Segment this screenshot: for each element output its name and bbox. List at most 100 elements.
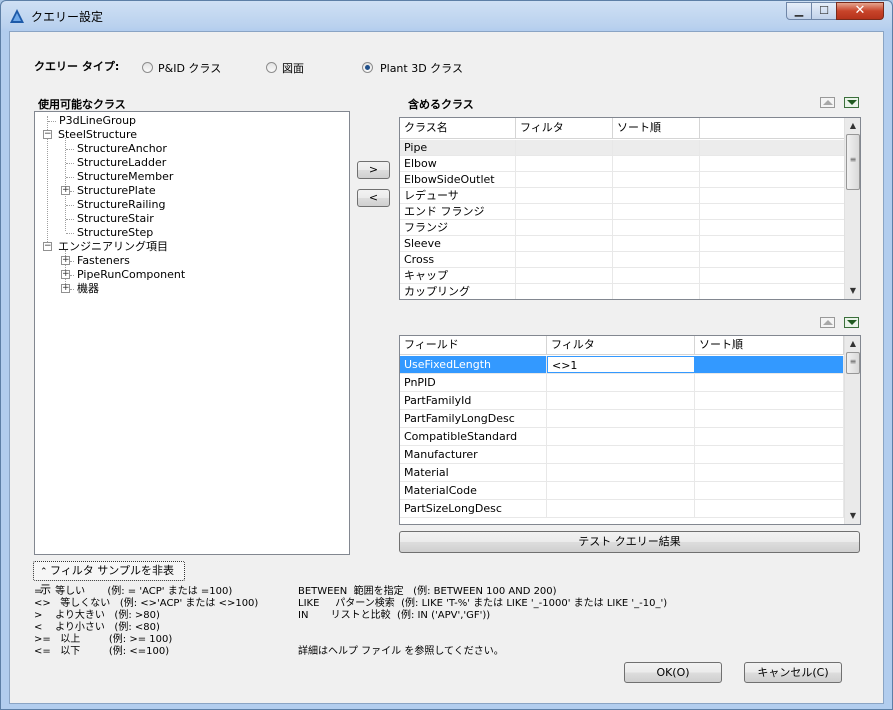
column-header[interactable]: ソート順	[695, 336, 844, 354]
remove-class-button[interactable]: <	[357, 189, 390, 207]
cell-filter[interactable]	[516, 204, 613, 219]
tree-item-structurerailing[interactable]: StructureRailing	[77, 198, 165, 212]
field-move-down-icon[interactable]	[844, 317, 859, 328]
cell-filter[interactable]	[547, 374, 695, 391]
ok-button[interactable]: OK(O)	[624, 662, 722, 683]
cell-filter[interactable]	[516, 268, 613, 283]
cell-sort[interactable]	[695, 356, 844, 373]
cell-filter[interactable]	[547, 392, 695, 409]
table-row[interactable]: Material	[400, 464, 844, 482]
test-query-button[interactable]: テスト クエリー結果	[399, 531, 860, 553]
cell-sort[interactable]	[695, 410, 844, 427]
table-row[interactable]: MaterialCode	[400, 482, 844, 500]
cell-sort[interactable]	[695, 392, 844, 409]
expand-icon[interactable]: +	[61, 284, 70, 293]
scroll-up-icon[interactable]: ▲	[845, 336, 860, 352]
table-row[interactable]: PnPID	[400, 374, 844, 392]
close-button[interactable]: ✕	[836, 2, 884, 20]
collapse-icon[interactable]: −	[43, 242, 52, 251]
table-row[interactable]: PartFamilyId	[400, 392, 844, 410]
minimize-button[interactable]: ▁	[786, 2, 812, 20]
field-move-up-icon[interactable]	[820, 317, 835, 328]
table-row[interactable]: Elbow	[400, 156, 844, 172]
radio-drawing[interactable]	[266, 62, 277, 73]
table-row[interactable]: UseFixedLength <>1	[400, 356, 844, 374]
cell-sort[interactable]	[695, 446, 844, 463]
table-row[interactable]: キャップ	[400, 268, 844, 284]
cell-filter[interactable]	[516, 252, 613, 267]
cell-filter[interactable]	[547, 410, 695, 427]
tree-item-structurestair[interactable]: StructureStair	[77, 212, 154, 226]
cell-sort[interactable]	[695, 500, 844, 517]
move-down-icon[interactable]	[844, 97, 859, 108]
available-classes-tree[interactable]: P3dLineGroup − SteelStructure StructureA…	[34, 111, 350, 555]
table-row[interactable]: レデューサ	[400, 188, 844, 204]
cell-filter[interactable]	[516, 284, 613, 299]
included-classes-scrollbar[interactable]: ▲ ≡ ▼	[844, 118, 860, 299]
title-bar[interactable]: クエリー設定 ▁ ☐ ✕	[1, 1, 892, 31]
cell-filter[interactable]	[547, 464, 695, 481]
fields-grid[interactable]: フィールド フィルタ ソート順 UseFixedLength <>1 PnPID…	[399, 335, 861, 525]
move-up-icon[interactable]	[820, 97, 835, 108]
cell-sort[interactable]	[613, 188, 700, 203]
expand-icon[interactable]: +	[61, 256, 70, 265]
scroll-thumb[interactable]: ≡	[846, 352, 860, 374]
tree-item-piperuncomponent[interactable]: PipeRunComponent	[77, 268, 185, 282]
cell-filter-input[interactable]: <>1	[547, 356, 695, 373]
tree-item-p3dlinegroup[interactable]: P3dLineGroup	[59, 114, 136, 128]
cell-sort[interactable]	[613, 284, 700, 299]
cell-sort[interactable]	[613, 140, 700, 155]
cell-filter[interactable]	[547, 428, 695, 445]
tree-item-structureplate[interactable]: StructurePlate	[77, 184, 156, 198]
fields-scrollbar[interactable]: ▲ ≡ ▼	[844, 336, 860, 524]
cell-sort[interactable]	[695, 428, 844, 445]
cell-filter[interactable]	[516, 220, 613, 235]
tree-item-equipment[interactable]: 機器	[77, 282, 99, 296]
cell-filter[interactable]	[516, 172, 613, 187]
radio-plant3d-class[interactable]	[362, 62, 373, 73]
radio-pid-class-label[interactable]: P&ID クラス	[158, 60, 221, 76]
table-row[interactable]: カップリング	[400, 284, 844, 299]
tree-item-structurestep[interactable]: StructureStep	[77, 226, 153, 240]
radio-drawing-label[interactable]: 図面	[282, 60, 304, 76]
cell-filter[interactable]	[547, 482, 695, 499]
hide-filter-samples-button[interactable]: ⌃ フィルタ サンプルを非表示	[33, 561, 185, 596]
cell-sort[interactable]	[613, 220, 700, 235]
cell-sort[interactable]	[613, 268, 700, 283]
table-row[interactable]: Sleeve	[400, 236, 844, 252]
tree-item-fasteners[interactable]: Fasteners	[77, 254, 130, 268]
column-header[interactable]: フィルタ	[547, 336, 695, 354]
cancel-button[interactable]: キャンセル(C)	[744, 662, 842, 683]
expand-icon[interactable]: +	[61, 270, 70, 279]
collapse-icon[interactable]: −	[43, 130, 52, 139]
maximize-button[interactable]: ☐	[811, 2, 837, 20]
add-class-button[interactable]: >	[357, 161, 390, 179]
table-row[interactable]: PartSizeLongDesc	[400, 500, 844, 518]
tree-item-structureladder[interactable]: StructureLadder	[77, 156, 166, 170]
column-header[interactable]: ソート順	[613, 118, 700, 138]
table-row[interactable]: Cross	[400, 252, 844, 268]
tree-item-steelstructure[interactable]: SteelStructure	[58, 128, 137, 142]
column-header[interactable]: クラス名	[400, 118, 516, 138]
radio-plant3d-class-label[interactable]: Plant 3D クラス	[380, 60, 463, 76]
table-row[interactable]: PartFamilyLongDesc	[400, 410, 844, 428]
scroll-up-icon[interactable]: ▲	[845, 118, 860, 134]
scroll-down-icon[interactable]: ▼	[845, 508, 860, 524]
tree-item-engineering-items[interactable]: エンジニアリング項目	[58, 240, 168, 254]
cell-sort[interactable]	[695, 482, 844, 499]
table-row[interactable]: フランジ	[400, 220, 844, 236]
cell-sort[interactable]	[613, 236, 700, 251]
table-row[interactable]: Manufacturer	[400, 446, 844, 464]
cell-sort[interactable]	[613, 156, 700, 171]
expand-icon[interactable]: +	[61, 186, 70, 195]
scroll-down-icon[interactable]: ▼	[845, 283, 860, 299]
table-row[interactable]: CompatibleStandard	[400, 428, 844, 446]
tree-item-structureanchor[interactable]: StructureAnchor	[77, 142, 167, 156]
cell-sort[interactable]	[695, 464, 844, 481]
cell-filter[interactable]	[547, 500, 695, 517]
cell-sort[interactable]	[613, 172, 700, 187]
table-row[interactable]: エンド フランジ	[400, 204, 844, 220]
cell-filter[interactable]	[516, 156, 613, 171]
column-header[interactable]: フィールド	[400, 336, 547, 354]
radio-pid-class[interactable]	[142, 62, 153, 73]
